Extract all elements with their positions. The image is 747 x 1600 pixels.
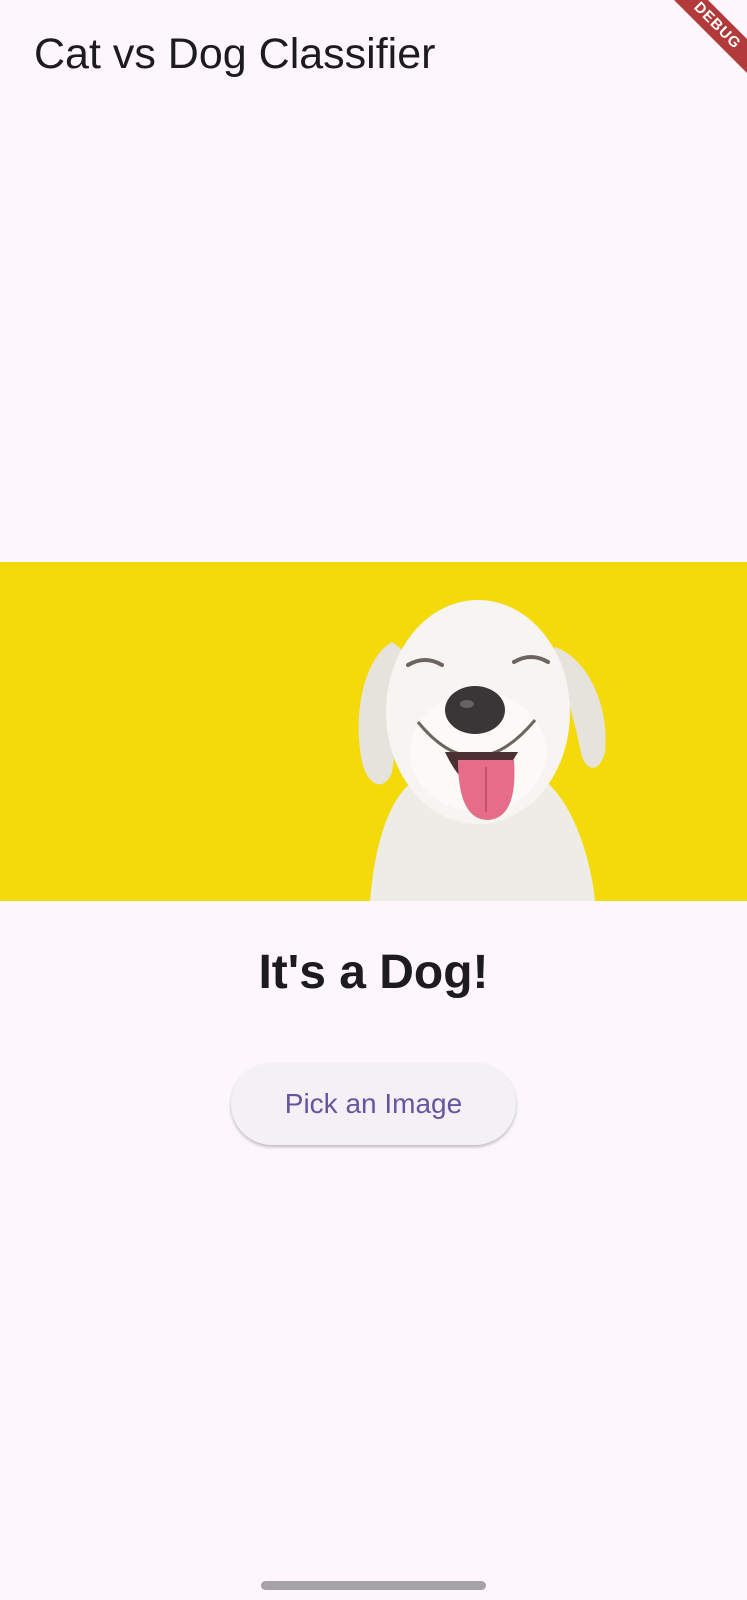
app-bar: Cat vs Dog Classifier DEBUG — [0, 0, 747, 112]
debug-banner-label: DEBUG — [667, 0, 747, 80]
app-title: Cat vs Dog Classifier — [34, 30, 436, 78]
pick-image-button[interactable]: Pick an Image — [231, 1063, 516, 1145]
selected-image — [0, 562, 747, 901]
debug-banner: DEBUG — [667, 0, 747, 80]
classification-result: It's a Dog! — [258, 946, 489, 999]
dog-photo — [0, 562, 747, 901]
home-indicator[interactable] — [261, 1581, 486, 1590]
